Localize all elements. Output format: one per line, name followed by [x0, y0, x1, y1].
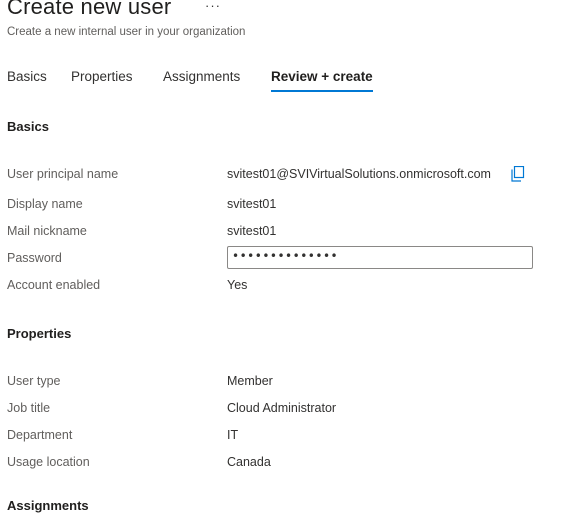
page-subtitle: Create a new internal user in your organ… — [7, 26, 246, 38]
tab-basics[interactable]: Basics — [7, 69, 47, 90]
field-row-job-title: Job title Cloud Administrator — [0, 398, 562, 420]
field-label: Mail nickname — [7, 224, 87, 238]
field-label: Usage location — [7, 455, 90, 469]
field-row-display-name: Display name svitest01 — [0, 194, 562, 216]
field-row-password: Password •••••••••••••• — [0, 246, 562, 270]
tab-bar: Basics Properties Assignments Review + c… — [0, 66, 562, 96]
more-options-button[interactable]: ··· — [205, 0, 221, 13]
basics-heading: Basics — [7, 119, 49, 134]
field-value: Yes — [227, 278, 248, 292]
field-row-mail-nickname: Mail nickname svitest01 — [0, 221, 562, 243]
tab-review-create[interactable]: Review + create — [271, 69, 373, 92]
copy-icon[interactable] — [511, 165, 525, 182]
field-value: svitest01 — [227, 197, 277, 211]
page-title: Create new user — [7, 0, 172, 19]
properties-heading: Properties — [7, 326, 72, 341]
field-label: User principal name — [7, 167, 119, 181]
field-row-user-principal-name: User principal name svitest01@SVIVirtual… — [0, 164, 562, 186]
field-label: Password — [7, 251, 62, 265]
field-value: Member — [227, 374, 273, 388]
tab-assignments[interactable]: Assignments — [163, 69, 240, 90]
password-field[interactable]: •••••••••••••• — [227, 246, 533, 269]
field-label: Job title — [7, 401, 51, 415]
field-value: svitest01@SVIVirtualSolutions.onmicrosof… — [227, 167, 491, 181]
field-label: User type — [7, 374, 61, 388]
field-value: IT — [227, 428, 239, 442]
field-row-account-enabled: Account enabled Yes — [0, 275, 562, 297]
field-row-department: Department IT — [0, 425, 562, 447]
tab-properties[interactable]: Properties — [71, 69, 133, 90]
field-label: Department — [7, 428, 73, 442]
field-label: Display name — [7, 197, 83, 211]
field-row-user-type: User type Member — [0, 371, 562, 393]
field-value: svitest01 — [227, 224, 277, 238]
field-label: Account enabled — [7, 278, 101, 292]
password-value: •••••••••••••• — [232, 249, 339, 263]
field-row-usage-location: Usage location Canada — [0, 452, 562, 474]
field-value: Canada — [227, 455, 271, 469]
field-value: Cloud Administrator — [227, 401, 337, 415]
